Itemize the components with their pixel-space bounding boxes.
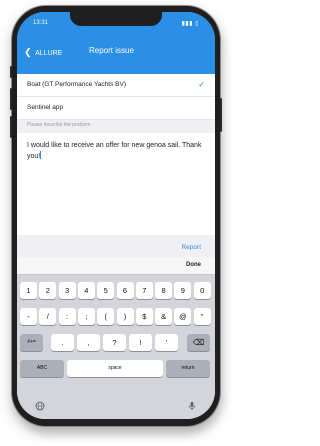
- power-button: [220, 98, 222, 132]
- key[interactable]: 6: [116, 282, 134, 299]
- key[interactable]: ): [116, 308, 134, 325]
- key[interactable]: ?: [103, 334, 126, 351]
- option-sentinel-app[interactable]: Sentinel app: [17, 97, 215, 120]
- subject-options: Boat (GT Performance Yachts BV) ✓ Sentin…: [17, 74, 215, 120]
- key[interactable]: 4: [77, 282, 95, 299]
- nav-bar: ❮ ALLURE Report issue: [17, 38, 215, 66]
- key[interactable]: (: [97, 308, 115, 325]
- status-time: 13:31: [33, 20, 49, 26]
- text-caret: [40, 150, 42, 159]
- key[interactable]: 7: [135, 282, 153, 299]
- phone-screen: 13:31 ▮▮▮ ▯ ❮ ALLURE Report issue Boat (…: [17, 12, 215, 419]
- key[interactable]: 9: [174, 282, 192, 299]
- key[interactable]: 3: [58, 282, 76, 299]
- backspace-key[interactable]: ⌫: [187, 334, 210, 351]
- globe-icon[interactable]: [35, 401, 45, 411]
- page-title: Report issue: [89, 46, 134, 55]
- key[interactable]: 5: [97, 282, 115, 299]
- mute-switch: [10, 66, 12, 78]
- problem-hint: Please describe the problem: [27, 122, 91, 128]
- back-label: ALLURE: [35, 50, 63, 57]
- report-button[interactable]: Report: [181, 244, 201, 251]
- key[interactable]: ': [155, 334, 178, 351]
- problem-text: I would like to receive an offer for new…: [27, 142, 204, 160]
- key[interactable]: !: [129, 334, 152, 351]
- option-label: Boat (GT Performance Yachts BV): [27, 81, 126, 88]
- chevron-left-icon: ❮: [24, 47, 32, 57]
- key[interactable]: ;: [77, 308, 95, 325]
- option-boat[interactable]: Boat (GT Performance Yachts BV) ✓: [17, 74, 215, 97]
- space-key[interactable]: space: [67, 360, 163, 377]
- key[interactable]: 8: [155, 282, 173, 299]
- key[interactable]: /: [39, 308, 57, 325]
- volume-up-button: [10, 88, 12, 110]
- checkmark-icon: ✓: [198, 80, 205, 89]
- done-button[interactable]: Done: [186, 262, 201, 268]
- key[interactable]: $: [135, 308, 153, 325]
- problem-textarea[interactable]: I would like to receive an offer for new…: [17, 133, 215, 235]
- key[interactable]: .: [51, 334, 74, 351]
- status-icons: ▮▮▮ ▯: [181, 21, 199, 27]
- app-header: 13:31 ▮▮▮ ▯ ❮ ALLURE Report issue: [17, 12, 215, 74]
- back-button[interactable]: ❮ ALLURE: [24, 47, 62, 58]
- key[interactable]: 2: [39, 282, 57, 299]
- key[interactable]: ": [193, 308, 211, 325]
- key[interactable]: ,: [77, 334, 100, 351]
- keyboard-home-bar: [17, 394, 215, 419]
- key[interactable]: :: [58, 308, 76, 325]
- key[interactable]: &: [155, 308, 173, 325]
- keyboard: Done 1 2 3 4 5 6 7 8 9 0 - / : ; ( ) $ &…: [17, 257, 215, 419]
- key[interactable]: -: [20, 308, 37, 325]
- key[interactable]: 1: [20, 282, 37, 299]
- backspace-icon: ⌫: [192, 338, 205, 347]
- key[interactable]: 0: [193, 282, 211, 299]
- option-label: Sentinel app: [27, 104, 64, 111]
- microphone-icon[interactable]: [187, 401, 197, 411]
- keyboard-toolbar: Done: [17, 257, 215, 275]
- notch: [70, 12, 162, 26]
- more-symbols-key[interactable]: #+=: [20, 334, 43, 351]
- abc-key[interactable]: ABC: [20, 360, 64, 377]
- return-key[interactable]: return: [166, 360, 210, 377]
- key[interactable]: @: [174, 308, 192, 325]
- volume-down-button: [10, 116, 12, 138]
